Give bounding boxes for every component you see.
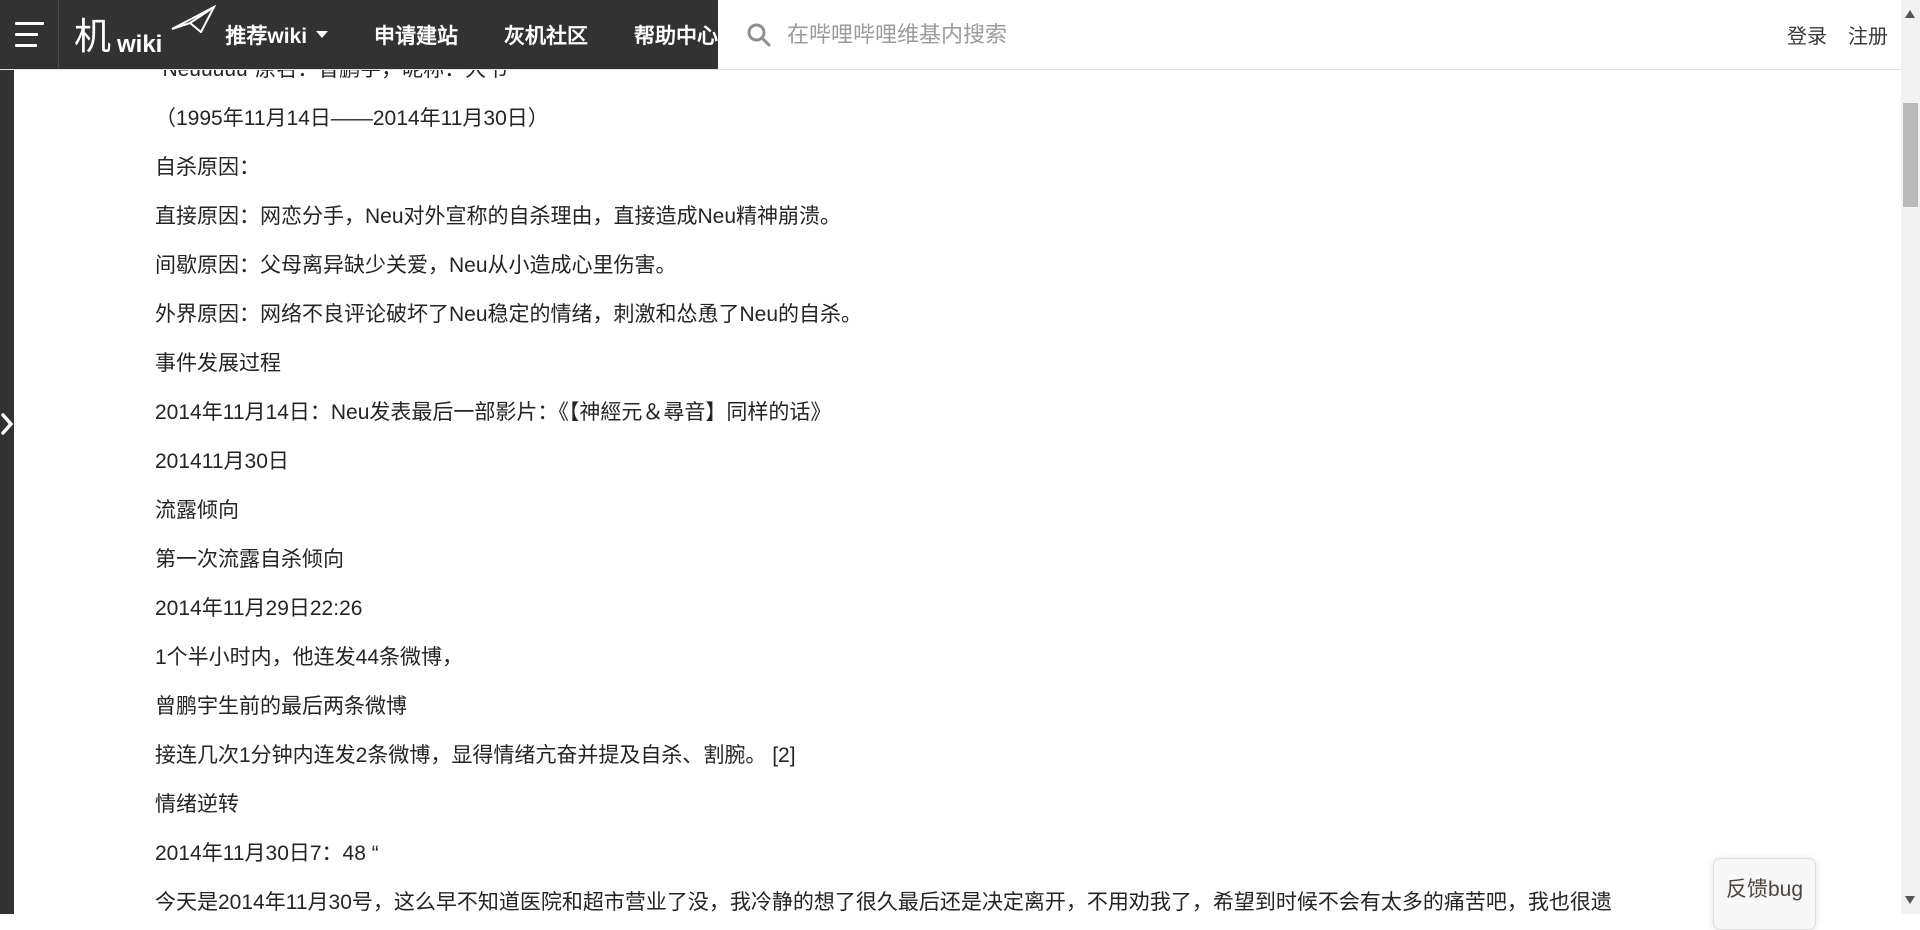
article-paragraph: 1个半小时内，他连发44条微博， bbox=[155, 633, 1895, 682]
search-bar: 登录 注册 bbox=[718, 0, 1901, 69]
feedback-bug-label: 反馈bug bbox=[1726, 873, 1803, 929]
top-bar: 灰机 wiki 推荐wiki 申请建站 灰机社区 帮助中心 bbox=[0, 0, 1901, 70]
hamburger-menu-icon[interactable] bbox=[8, 13, 44, 57]
logo-cn-text: 灰机 bbox=[74, 0, 113, 70]
site-logo[interactable]: 灰机 wiki bbox=[74, 0, 162, 70]
article-paragraph: 事件发展过程 bbox=[155, 339, 1895, 388]
chevron-right-icon bbox=[0, 412, 14, 436]
article-paragraph: 间歇原因：父母离异缺少关爱，Neu从小造成心里伤害。 bbox=[155, 241, 1895, 290]
sidebar-expand-button[interactable] bbox=[0, 412, 14, 436]
article-paragraph: 直接原因：网恋分手，Neu对外宣称的自杀理由，直接造成Neu精神崩溃。 bbox=[155, 192, 1895, 241]
article-paragraph: 2014年11月29日22:26 bbox=[155, 584, 1895, 633]
nav-item-label: 帮助中心 bbox=[634, 20, 718, 50]
nav-item-recommend-wiki[interactable]: 推荐wiki bbox=[202, 20, 351, 50]
article-content: "Neuuuuu"原名：曾鹏宇，昵称：大书 （1995年11月14日——2014… bbox=[155, 0, 1895, 927]
article-paragraph: 外界原因：网络不良评论破坏了Neu稳定的情绪，刺激和怂恿了Neu的自杀。 bbox=[155, 290, 1895, 339]
vertical-scrollbar[interactable] bbox=[1901, 0, 1920, 914]
article-paragraph: （1995年11月14日——2014年11月30日） bbox=[155, 94, 1895, 143]
scrollbar-up-arrow-icon[interactable] bbox=[1905, 10, 1915, 18]
login-link[interactable]: 登录 bbox=[1787, 20, 1827, 49]
article-paragraph: 201411月30日 bbox=[155, 437, 1895, 486]
register-link[interactable]: 注册 bbox=[1848, 20, 1888, 49]
article-paragraph: 第一次流露自杀倾向 bbox=[155, 535, 1895, 584]
article-paragraph: 2014年11月30日7：48 “ bbox=[155, 829, 1895, 878]
article-paragraph: 2014年11月14日：Neu发表最后一部影片：《【神經元＆尋音】同样的话》 bbox=[155, 388, 1895, 437]
search-input[interactable] bbox=[785, 21, 1405, 49]
paper-plane-icon bbox=[170, 5, 216, 38]
nav-item-help-center[interactable]: 帮助中心 bbox=[611, 20, 741, 50]
chevron-down-icon bbox=[316, 31, 328, 38]
search-icon bbox=[746, 22, 772, 48]
nav-item-label: 申请建站 bbox=[374, 20, 458, 50]
article-paragraph: 接连几次1分钟内连发2条微博，显得情绪亢奋并提及自杀、割腕。 [2] bbox=[155, 731, 1895, 780]
nav-item-label: 灰机社区 bbox=[504, 20, 588, 50]
feedback-bug-button[interactable]: 反馈bug bbox=[1713, 858, 1816, 930]
main-nav: 推荐wiki 申请建站 灰机社区 帮助中心 bbox=[202, 0, 741, 70]
auth-links: 登录 注册 bbox=[1787, 20, 1901, 49]
logo-wiki-text: wiki bbox=[117, 31, 162, 70]
article-paragraph: 流露倾向 bbox=[155, 486, 1895, 535]
article-paragraph: 情绪逆转 bbox=[155, 780, 1895, 829]
top-bar-dark-section: 灰机 wiki 推荐wiki 申请建站 灰机社区 帮助中心 bbox=[0, 0, 718, 69]
article-paragraph: 今天是2014年11月30号，这么早不知道医院和超市营业了没，我冷静的想了很久最… bbox=[155, 878, 1895, 927]
nav-item-label: 推荐wiki bbox=[225, 20, 307, 50]
scrollbar-thumb[interactable] bbox=[1903, 103, 1918, 207]
header-divider bbox=[58, 0, 59, 69]
article-paragraph: 曾鹏宇生前的最后两条微博 bbox=[155, 682, 1895, 731]
nav-item-community[interactable]: 灰机社区 bbox=[481, 20, 611, 50]
sidebar-collapsed-rail bbox=[0, 70, 14, 914]
nav-item-create-site[interactable]: 申请建站 bbox=[351, 20, 481, 50]
scrollbar-down-arrow-icon[interactable] bbox=[1905, 896, 1915, 904]
article-paragraph: 自杀原因： bbox=[155, 143, 1895, 192]
